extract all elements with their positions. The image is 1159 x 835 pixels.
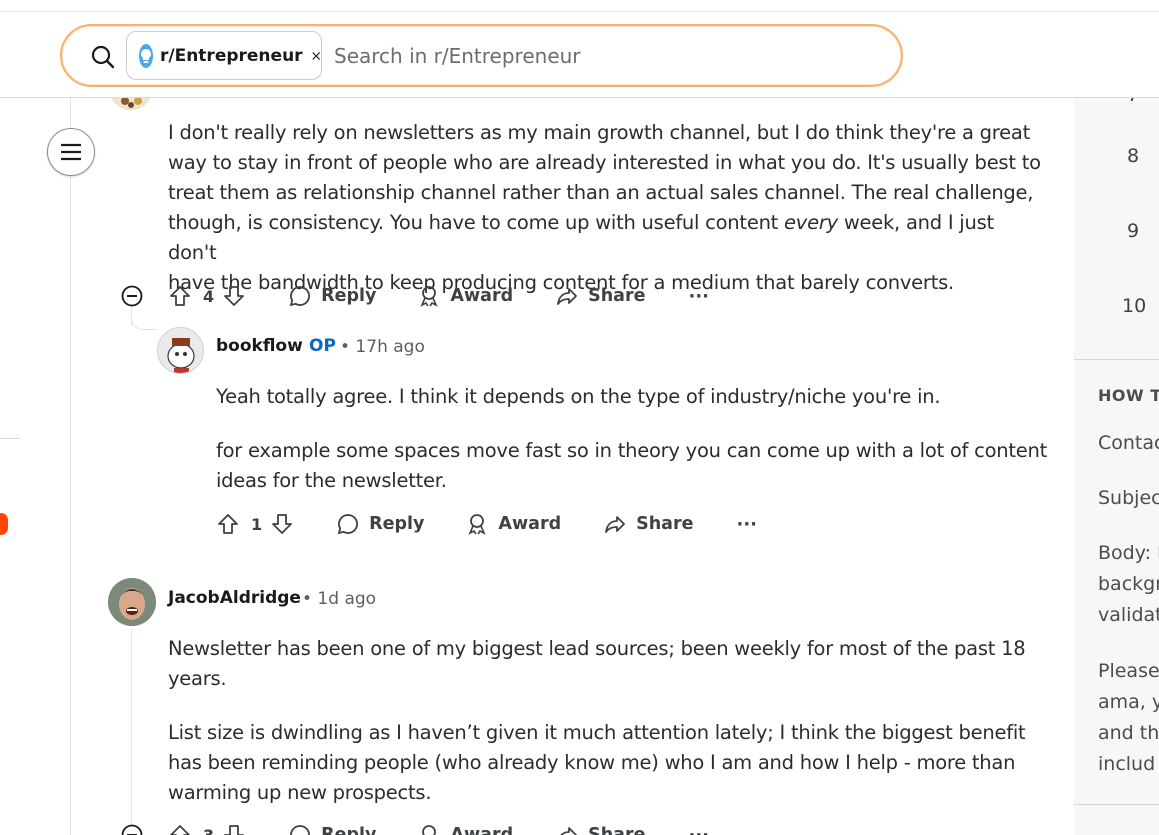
more-options-button[interactable]: ··· <box>688 825 709 835</box>
award-icon <box>422 825 437 835</box>
sidebar-text: Body: I backgr validat <box>1098 542 1159 626</box>
sidebar-text: Contac <box>1098 432 1159 454</box>
search-icon <box>91 45 115 69</box>
downvote-icon <box>224 825 245 835</box>
upvote-button[interactable] <box>168 284 192 308</box>
downvote-button[interactable] <box>222 284 246 308</box>
vote-count: 1 <box>251 514 263 534</box>
comment-paragraph: List size is dwindling as I haven’t give… <box>168 721 1026 804</box>
username[interactable]: bookflow <box>216 336 303 356</box>
comment-icon <box>337 514 359 535</box>
divider <box>0 438 20 439</box>
collapse-icon[interactable] <box>121 824 143 835</box>
reply-label: Reply <box>369 514 425 534</box>
award-label: Award <box>450 286 514 306</box>
sidebar-text: Subjec <box>1098 487 1159 509</box>
thread-line <box>131 628 132 828</box>
vote-count: 4 <box>203 286 215 306</box>
award-button[interactable]: Award <box>417 823 513 835</box>
share-icon <box>605 516 626 533</box>
upvote-icon <box>218 514 238 534</box>
award-button[interactable]: Award <box>417 284 513 308</box>
upvote-button[interactable] <box>216 512 240 536</box>
more-options-button[interactable]: ··· <box>736 514 757 535</box>
share-icon <box>557 288 578 305</box>
hamburger-icon <box>61 143 81 161</box>
share-label: Share <box>636 514 694 534</box>
menu-button[interactable] <box>47 128 95 176</box>
reply-label: Reply <box>321 825 377 835</box>
community-chip[interactable]: r/Entrepreneur <box>126 31 322 80</box>
list-number: 9 <box>1127 220 1140 242</box>
upvote-icon <box>170 286 190 306</box>
sidebar-heading: HOW TO <box>1098 386 1159 405</box>
downvote-icon <box>224 286 245 306</box>
sidebar-text: Please ama, y and th includ <box>1098 660 1159 775</box>
upvote-button[interactable] <box>168 823 192 835</box>
share-label: Share <box>588 286 646 306</box>
thread-elbow <box>131 310 157 330</box>
header: r/Entrepreneur Search in r/Entrepreneur <box>0 12 1159 98</box>
reply-button[interactable]: Reply <box>336 512 424 536</box>
more-options-button[interactable]: ··· <box>688 286 709 307</box>
list-number: 10 <box>1122 295 1147 317</box>
reply-label: Reply <box>321 286 377 306</box>
search-bar[interactable]: r/Entrepreneur Search in r/Entrepreneur <box>60 24 903 87</box>
timestamp: • 1d ago <box>302 589 377 609</box>
share-label: Share <box>588 825 646 835</box>
sidebar-divider <box>1074 804 1159 805</box>
award-icon <box>468 514 487 535</box>
downvote-button[interactable] <box>270 512 294 536</box>
lightbulb-icon <box>139 43 153 68</box>
award-icon <box>420 286 439 307</box>
notification-dot <box>0 513 8 535</box>
reply-button[interactable]: Reply <box>288 284 376 308</box>
avatar <box>108 578 156 626</box>
close-icon[interactable] <box>311 47 321 65</box>
avatar <box>157 327 204 374</box>
search-input[interactable]: Search in r/Entrepreneur <box>334 44 581 68</box>
share-icon <box>560 827 578 835</box>
username[interactable]: JacobAldridge <box>168 588 301 608</box>
thread-line <box>70 98 71 835</box>
award-label: Award <box>450 825 514 835</box>
comment-icon <box>289 286 311 307</box>
comment-body: I don't really rely on newsletters as my… <box>168 121 1041 294</box>
more-icon: ··· <box>736 513 757 535</box>
more-icon: ··· <box>688 824 709 835</box>
upvote-icon <box>170 825 190 835</box>
comment-actions: 1 Reply Award Share ··· <box>216 506 757 542</box>
community-chip-label: r/Entrepreneur <box>160 45 303 66</box>
comment-actions: 4 Reply Award Share ··· <box>168 278 709 314</box>
sidebar-divider <box>1074 359 1159 360</box>
award-label: Award <box>498 514 562 534</box>
list-number: 8 <box>1127 145 1140 167</box>
comment-actions: 3 Reply Award Share ··· <box>168 817 709 835</box>
downvote-icon <box>272 514 293 534</box>
downvote-button[interactable] <box>222 823 246 835</box>
reply-button[interactable]: Reply <box>288 823 376 835</box>
more-icon: ··· <box>688 285 709 307</box>
op-badge: OP <box>309 336 336 356</box>
share-button[interactable]: Share <box>555 284 645 308</box>
collapse-icon[interactable] <box>121 285 143 307</box>
comment-paragraph: Newsletter has been one of my biggest le… <box>168 637 1026 690</box>
comment-icon <box>290 825 311 835</box>
award-button[interactable]: Award <box>465 512 561 536</box>
comment-paragraph: Yeah totally agree. I think it depends o… <box>216 385 941 408</box>
vote-count: 3 <box>203 825 215 835</box>
share-button[interactable]: Share <box>603 512 693 536</box>
share-button[interactable]: Share <box>555 823 645 835</box>
timestamp: • 17h ago <box>340 337 425 357</box>
comment-paragraph: for example some spaces move fast so in … <box>216 439 1048 492</box>
